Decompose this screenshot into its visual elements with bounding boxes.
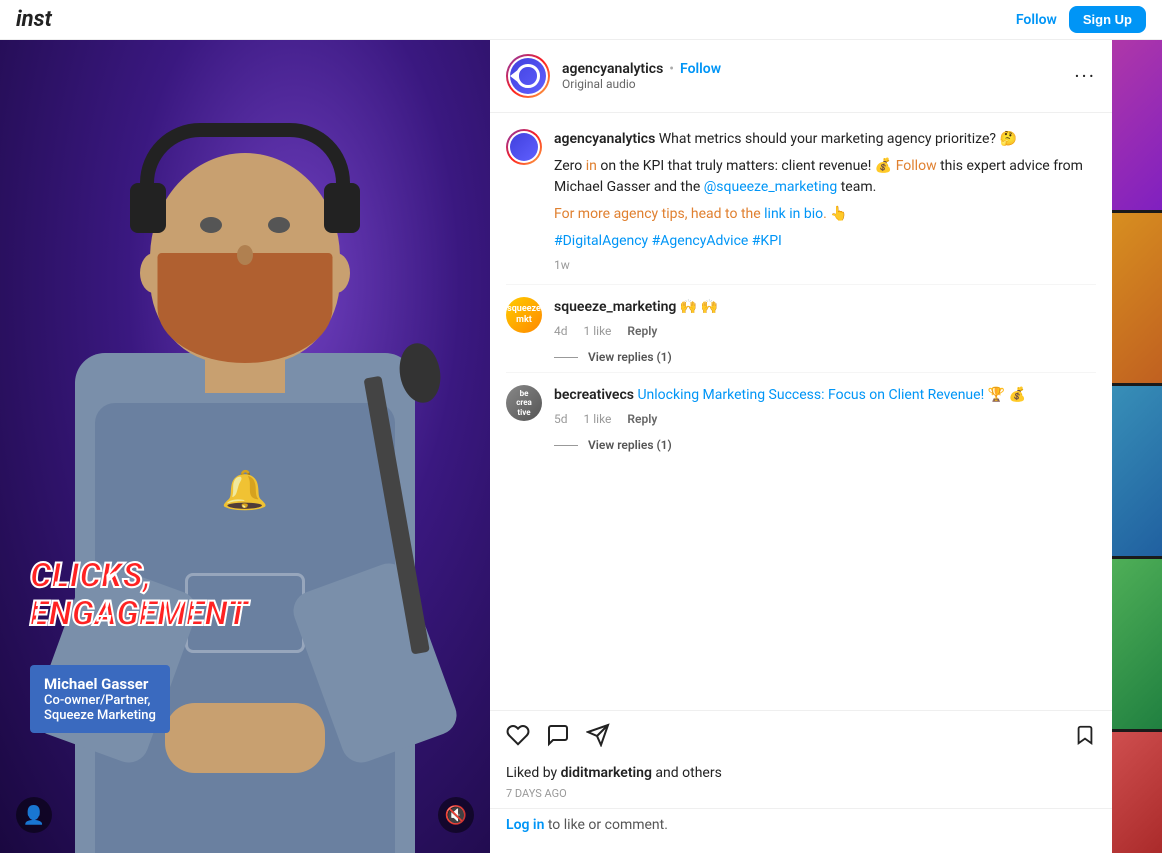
video-person: 🔔 CLICKS, ENGAGEMENT Michael Gasser Co-o… xyxy=(0,40,490,853)
post-header-info: agencyanalytics • Follow Original audio xyxy=(562,61,1062,91)
mute-icon[interactable]: 🔇 xyxy=(438,797,474,833)
view-replies-button-1[interactable]: View replies (1) xyxy=(588,350,672,364)
post-header: agencyanalytics • Follow Original audio … xyxy=(490,40,1112,113)
save-button[interactable] xyxy=(1074,724,1096,752)
user-icon[interactable]: 👤 xyxy=(16,797,52,833)
top-nav-right: Follow Sign Up xyxy=(1016,6,1146,33)
caption-row: agencyanalytics What metrics should your… xyxy=(506,129,1096,272)
caption-rest3: team. xyxy=(837,179,876,195)
caption-squeeze-tag[interactable]: @squeeze_marketing xyxy=(704,179,838,195)
view-replies-line-1 xyxy=(554,357,578,358)
post-avatar[interactable] xyxy=(506,54,550,98)
caption-rest1: on the KPI that truly matters: client re… xyxy=(597,158,896,174)
comment-meta-1: 4d 1 like Reply xyxy=(554,324,1096,338)
post-username[interactable]: agencyanalytics xyxy=(562,61,663,77)
comment-emoji-2: 🏆 💰 xyxy=(988,387,1026,403)
comment-avatar-2[interactable]: becreative xyxy=(506,385,542,421)
post-subtitle: Original audio xyxy=(562,77,1062,91)
spacer xyxy=(490,460,1112,710)
comment-time-2: 5d xyxy=(554,412,568,426)
comment-meta-2: 5d 1 like Reply xyxy=(554,412,1096,426)
caption-tips: For more agency tips, head to the link i… xyxy=(554,204,1096,225)
bell-icon: 🔔 xyxy=(221,469,268,513)
liked-by-others: and others xyxy=(652,765,722,781)
comment-content-2: becreativecs Unlocking Marketing Success… xyxy=(554,385,1096,426)
actions-bar xyxy=(490,710,1112,765)
top-nav: inst Follow Sign Up xyxy=(0,0,1162,40)
post-username-row: agencyanalytics • Follow xyxy=(562,61,1062,77)
share-button[interactable] xyxy=(586,723,610,753)
caption-hashtag-text[interactable]: #DigitalAgency #AgencyAdvice #KPI xyxy=(554,233,782,249)
days-ago: 7 DAYS AGO xyxy=(490,787,1112,808)
video-panel: 🔔 CLICKS, ENGAGEMENT Michael Gasser Co-o… xyxy=(0,40,490,853)
comment-button[interactable] xyxy=(546,723,570,753)
comment-blue-text-2: Unlocking Marketing Success: Focus on Cl… xyxy=(637,387,984,403)
comment-username-1[interactable]: squeeze_marketing xyxy=(554,299,676,315)
caption-time: 1w xyxy=(554,258,1096,272)
liked-by: Liked by diditmarketing and others xyxy=(490,765,1112,787)
comment-reply-button-1[interactable]: Reply xyxy=(627,324,657,338)
video-bottom-bar: 👤 🔇 xyxy=(0,797,490,833)
comments-section: squeezemkt squeeze_marketing 🙌 🙌 4d 1 li… xyxy=(490,284,1112,460)
comment-time-1: 4d xyxy=(554,324,568,338)
more-options-button[interactable]: ··· xyxy=(1074,64,1096,88)
view-replies-row-1: View replies (1) xyxy=(554,350,1096,364)
comment-avatar-be-inner: becreative xyxy=(506,385,542,421)
comment-text-1: squeeze_marketing 🙌 🙌 xyxy=(554,297,1096,318)
log-in-row: Log in to like or comment. xyxy=(490,808,1112,853)
caption-follow-text: Follow xyxy=(896,158,937,174)
logo: inst xyxy=(16,7,52,32)
view-replies-row-2: View replies (1) xyxy=(554,438,1096,452)
comment-avatar-squeeze-inner: squeezemkt xyxy=(506,297,542,333)
top-follow-button[interactable]: Follow xyxy=(1016,12,1057,28)
comment-text-2: becreativecs Unlocking Marketing Success… xyxy=(554,385,1096,406)
like-button[interactable] xyxy=(506,723,530,753)
liked-by-text: Liked by xyxy=(506,765,561,781)
caption-zero: Zero xyxy=(554,158,586,174)
comment-row: squeezemkt squeeze_marketing 🙌 🙌 4d 1 li… xyxy=(506,284,1096,350)
dot-separator: • xyxy=(669,61,674,77)
liked-by-user[interactable]: diditmarketing xyxy=(561,765,652,781)
caption-hashtags: #DigitalAgency #AgencyAdvice #KPI xyxy=(554,231,1096,252)
signup-button[interactable]: Sign Up xyxy=(1069,6,1146,33)
caption-main: agencyanalytics What metrics should your… xyxy=(554,129,1096,150)
post-follow-button[interactable]: Follow xyxy=(680,61,721,77)
caption-link-bio[interactable]: link in bio xyxy=(764,206,823,222)
comment-avatar-1[interactable]: squeezemkt xyxy=(506,297,542,333)
caption-more-tips: For more agency tips, head to the xyxy=(554,206,764,222)
caption-text: agencyanalytics What metrics should your… xyxy=(554,129,1096,272)
comment-username-2[interactable]: becreativecs xyxy=(554,387,634,403)
video-text-overlay: CLICKS, ENGAGEMENT xyxy=(30,558,248,633)
view-replies-line-2 xyxy=(554,445,578,446)
post-body: agencyanalytics What metrics should your… xyxy=(490,113,1112,284)
comment-emoji-1: 🙌 🙌 xyxy=(680,299,718,315)
post-panel: agencyanalytics • Follow Original audio … xyxy=(490,40,1112,853)
comment-likes-1: 1 like xyxy=(584,324,612,338)
name-badge: Michael Gasser Co-owner/Partner, Squeeze… xyxy=(30,665,170,733)
caption-tips-end: . 👆 xyxy=(823,206,848,222)
caption-in: in xyxy=(586,158,597,174)
caption-question: What metrics should your marketing agenc… xyxy=(655,131,1017,147)
caption-body: Zero in on the KPI that truly matters: c… xyxy=(554,156,1096,198)
caption-avatar[interactable] xyxy=(506,129,542,165)
caption-username[interactable]: agencyanalytics xyxy=(554,131,655,147)
log-in-rest: to like or comment. xyxy=(544,817,668,833)
log-in-link[interactable]: Log in xyxy=(506,817,544,833)
comment-content-1: squeeze_marketing 🙌 🙌 4d 1 like Reply xyxy=(554,297,1096,338)
comment-likes-2: 1 like xyxy=(584,412,612,426)
comment-reply-button-2[interactable]: Reply xyxy=(627,412,657,426)
view-replies-button-2[interactable]: View replies (1) xyxy=(588,438,672,452)
comment-row-2: becreative becreativecs Unlocking Market… xyxy=(506,372,1096,438)
